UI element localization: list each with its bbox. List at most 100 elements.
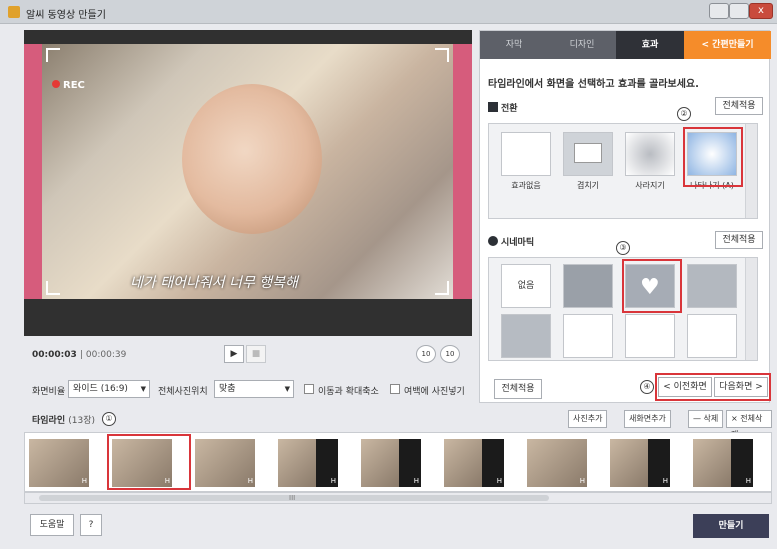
callout-3: ③ bbox=[616, 241, 630, 255]
move-zoom-label: 이동과 확대축소 bbox=[318, 387, 379, 397]
preview-caption: 네가 태어나줘서 너무 행복해 bbox=[130, 275, 298, 291]
add-photo-button[interactable]: 사진추가 bbox=[568, 410, 608, 428]
timeline-frame[interactable]: H bbox=[527, 439, 587, 487]
transition-apply-all-button[interactable]: 전체적용 bbox=[715, 97, 763, 115]
timeline-frame[interactable]: H bbox=[29, 439, 89, 487]
photo-position-select[interactable]: 맞춤 ▼ bbox=[214, 380, 294, 398]
total-time: | 00:00:39 bbox=[80, 350, 127, 360]
help-button[interactable]: 도움말 bbox=[30, 514, 74, 536]
image-icon bbox=[574, 143, 602, 163]
timeline-frame[interactable]: H bbox=[610, 439, 670, 487]
frame-photo bbox=[693, 439, 731, 487]
cinematic-title: 시네마틱 bbox=[501, 238, 535, 248]
frame-photo bbox=[195, 439, 255, 487]
frame-photo bbox=[610, 439, 648, 487]
minimize-button[interactable] bbox=[709, 3, 729, 19]
transition-scrollbar[interactable] bbox=[745, 124, 757, 218]
effects-panel: 자막 디자인 효과 < 간편만들기 타임라인에서 화면을 선택하고 효과를 골라… bbox=[479, 30, 771, 403]
aspect-ratio-label: 화면비율 bbox=[32, 387, 66, 397]
title-bar: 알씨 동영상 만들기 x bbox=[0, 0, 777, 24]
cinematic-apply-all-button[interactable]: 전체적용 bbox=[715, 231, 763, 249]
tab-subtitle[interactable]: 자막 bbox=[480, 31, 548, 59]
make-button[interactable]: 만들기 bbox=[693, 514, 769, 538]
tab-effects[interactable]: 효과 bbox=[616, 31, 684, 59]
transition-none-thumb[interactable] bbox=[501, 132, 551, 176]
app-icon bbox=[8, 6, 20, 18]
transition-title: 전환 bbox=[501, 104, 518, 114]
timeline-title-text: 타임라인 bbox=[32, 416, 66, 426]
apply-all-button[interactable]: 전체적용 bbox=[494, 379, 542, 399]
timeline-title: 타임라인 (13장) bbox=[32, 413, 95, 426]
current-time: 00:00:03 bbox=[32, 350, 77, 360]
delete-all-button[interactable]: × 전체삭제 bbox=[726, 410, 772, 439]
rec-indicator: REC bbox=[52, 80, 85, 91]
add-screen-button[interactable]: 새화면추가 bbox=[624, 410, 671, 428]
cinematic-none-thumb[interactable]: 없음 bbox=[501, 264, 551, 308]
callout-2: ② bbox=[677, 107, 691, 121]
margin-fill-checkbox[interactable] bbox=[390, 384, 400, 394]
frame-mark: H bbox=[662, 477, 668, 485]
selected-cinematic-highlight bbox=[622, 259, 682, 313]
timeline-frame[interactable]: H bbox=[444, 439, 504, 487]
frame-corner bbox=[46, 281, 60, 295]
chevron-down-icon: ▼ bbox=[284, 385, 290, 393]
panel-instruction: 타임라인에서 화면을 선택하고 효과를 골라보세요. bbox=[488, 79, 699, 90]
aspect-ratio-select[interactable]: 와이드 (16:9) ▼ bbox=[68, 380, 150, 398]
timeline-scrollbar[interactable]: III bbox=[24, 492, 772, 504]
delete-button[interactable]: — 삭제 bbox=[688, 410, 724, 428]
window-title: 알씨 동영상 만들기 bbox=[26, 10, 106, 21]
question-button[interactable]: ? bbox=[80, 514, 102, 536]
stop-button[interactable]: ■ bbox=[246, 345, 266, 363]
timeline-frame[interactable]: H bbox=[278, 439, 338, 487]
frame-photo bbox=[444, 439, 482, 487]
cinematic-dots-thumb[interactable] bbox=[501, 314, 551, 358]
close-button[interactable]: x bbox=[749, 3, 773, 19]
tab-design[interactable]: 디자인 bbox=[548, 31, 616, 59]
timeline-frame[interactable]: H bbox=[195, 439, 255, 487]
cinematic-header: 시네마틱 bbox=[488, 235, 534, 248]
cinematic-scrollbar[interactable] bbox=[745, 258, 757, 360]
selected-frame-highlight bbox=[107, 434, 191, 490]
move-zoom-checkbox[interactable] bbox=[304, 384, 314, 394]
forward-10-button[interactable]: 10 bbox=[440, 345, 460, 363]
transition-fade-out-thumb[interactable] bbox=[625, 132, 675, 176]
timeline-header: 타임라인 (13장) ① 사진추가 새화면추가 — 삭제 × 전체삭제 bbox=[24, 408, 772, 439]
rewind-10-button[interactable]: 10 bbox=[416, 345, 436, 363]
frame-corner bbox=[435, 48, 449, 62]
timeline-count: (13장) bbox=[68, 416, 96, 426]
rec-label: REC bbox=[63, 80, 85, 91]
cinematic-snow-thumb[interactable] bbox=[687, 264, 737, 308]
frame-mark: H bbox=[579, 477, 585, 485]
callout-4: ④ bbox=[640, 380, 654, 394]
play-button[interactable]: ▶ bbox=[224, 345, 244, 363]
timeline-frame[interactable]: H bbox=[361, 439, 421, 487]
photo-position-label: 전체사진위치 bbox=[158, 387, 208, 397]
margin-fill-label: 여백에 사진넣기 bbox=[404, 387, 465, 397]
cinematic-confetti-thumb[interactable] bbox=[625, 314, 675, 358]
frame-photo bbox=[29, 439, 89, 487]
transition-header: 전환 bbox=[488, 101, 518, 114]
cinematic-icon bbox=[488, 236, 498, 246]
cinematic-bubbles-thumb[interactable] bbox=[563, 264, 613, 308]
rec-dot-icon bbox=[52, 80, 60, 88]
maximize-button[interactable] bbox=[729, 3, 749, 19]
photo-position-value: 맞춤 bbox=[219, 384, 236, 394]
baby-photo bbox=[182, 84, 322, 234]
cinematic-balloons-thumb[interactable] bbox=[687, 314, 737, 358]
cinematic-gifts-thumb[interactable] bbox=[563, 314, 613, 358]
playback-controls: 00:00:03 | 00:00:39 ▶ ■ 10 10 bbox=[24, 340, 472, 368]
frame-mark: H bbox=[247, 477, 253, 485]
frame-corner bbox=[46, 48, 60, 62]
nav-buttons-highlight bbox=[655, 373, 771, 401]
frame-corner bbox=[435, 281, 449, 295]
transition-none-label: 효과없음 bbox=[511, 181, 541, 190]
frame-mark: H bbox=[330, 477, 336, 485]
timeline-frame[interactable]: H bbox=[693, 439, 753, 487]
frame-mark: H bbox=[81, 477, 87, 485]
frame-mark: H bbox=[745, 477, 751, 485]
frame-mark: H bbox=[496, 477, 502, 485]
easy-make-button[interactable]: < 간편만들기 bbox=[684, 31, 771, 59]
photo-settings: 화면비율 와이드 (16:9) ▼ 전체사진위치 맞춤 ▼ 이동과 확대축소 여… bbox=[24, 380, 472, 400]
transition-overlap-thumb[interactable] bbox=[563, 132, 613, 176]
preview-photo bbox=[42, 44, 453, 299]
